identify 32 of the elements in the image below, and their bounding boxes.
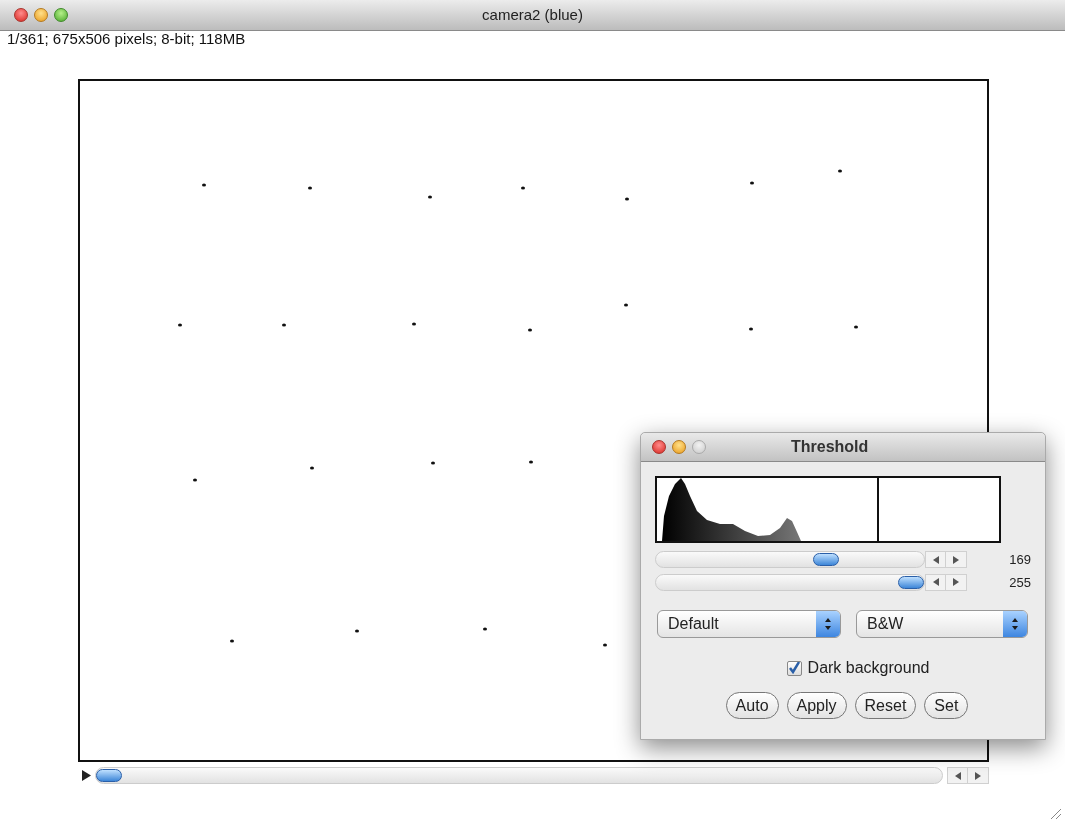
dialog-button[interactable]: Reset	[854, 692, 917, 719]
window-title: camera2 (blue)	[482, 4, 583, 25]
display-mode-dropdown[interactable]: B&W	[856, 610, 1028, 638]
close-icon[interactable]	[652, 440, 666, 454]
dialog-button[interactable]: Auto	[725, 692, 779, 719]
slider-thumb[interactable]	[96, 769, 122, 782]
dialog-title: Threshold	[791, 437, 869, 457]
minimize-icon[interactable]	[34, 8, 48, 22]
slider-value: 255	[1008, 573, 1031, 592]
dialog-button[interactable]: Apply	[786, 692, 847, 719]
image-info: 1/361; 675x506 pixels; 8-bit; 118MB	[6, 31, 246, 47]
minimize-icon[interactable]	[672, 440, 686, 454]
right-arrow-icon	[975, 771, 981, 780]
zoom-icon[interactable]	[54, 8, 68, 22]
slider-thumb[interactable]	[898, 575, 924, 589]
checkbox[interactable]	[786, 660, 802, 676]
resize-grip-icon[interactable]	[1048, 806, 1062, 820]
left-arrow-icon	[932, 555, 939, 564]
stepper-icon	[816, 611, 840, 637]
stepper-icon	[1003, 611, 1027, 637]
slider-value: 169	[1008, 551, 1031, 569]
zoom-icon	[692, 440, 706, 454]
right-arrow-icon	[953, 555, 959, 564]
play-icon[interactable]	[82, 770, 91, 781]
close-icon[interactable]	[14, 8, 28, 22]
checkbox-label: Dark background	[807, 658, 930, 678]
left-arrow-icon	[954, 771, 961, 780]
method-dropdown[interactable]: Default	[657, 610, 841, 638]
left-arrow-icon	[932, 578, 939, 587]
slider-thumb[interactable]	[813, 553, 840, 567]
right-arrow-icon	[953, 578, 959, 587]
dialog-button[interactable]: Set	[924, 692, 969, 719]
